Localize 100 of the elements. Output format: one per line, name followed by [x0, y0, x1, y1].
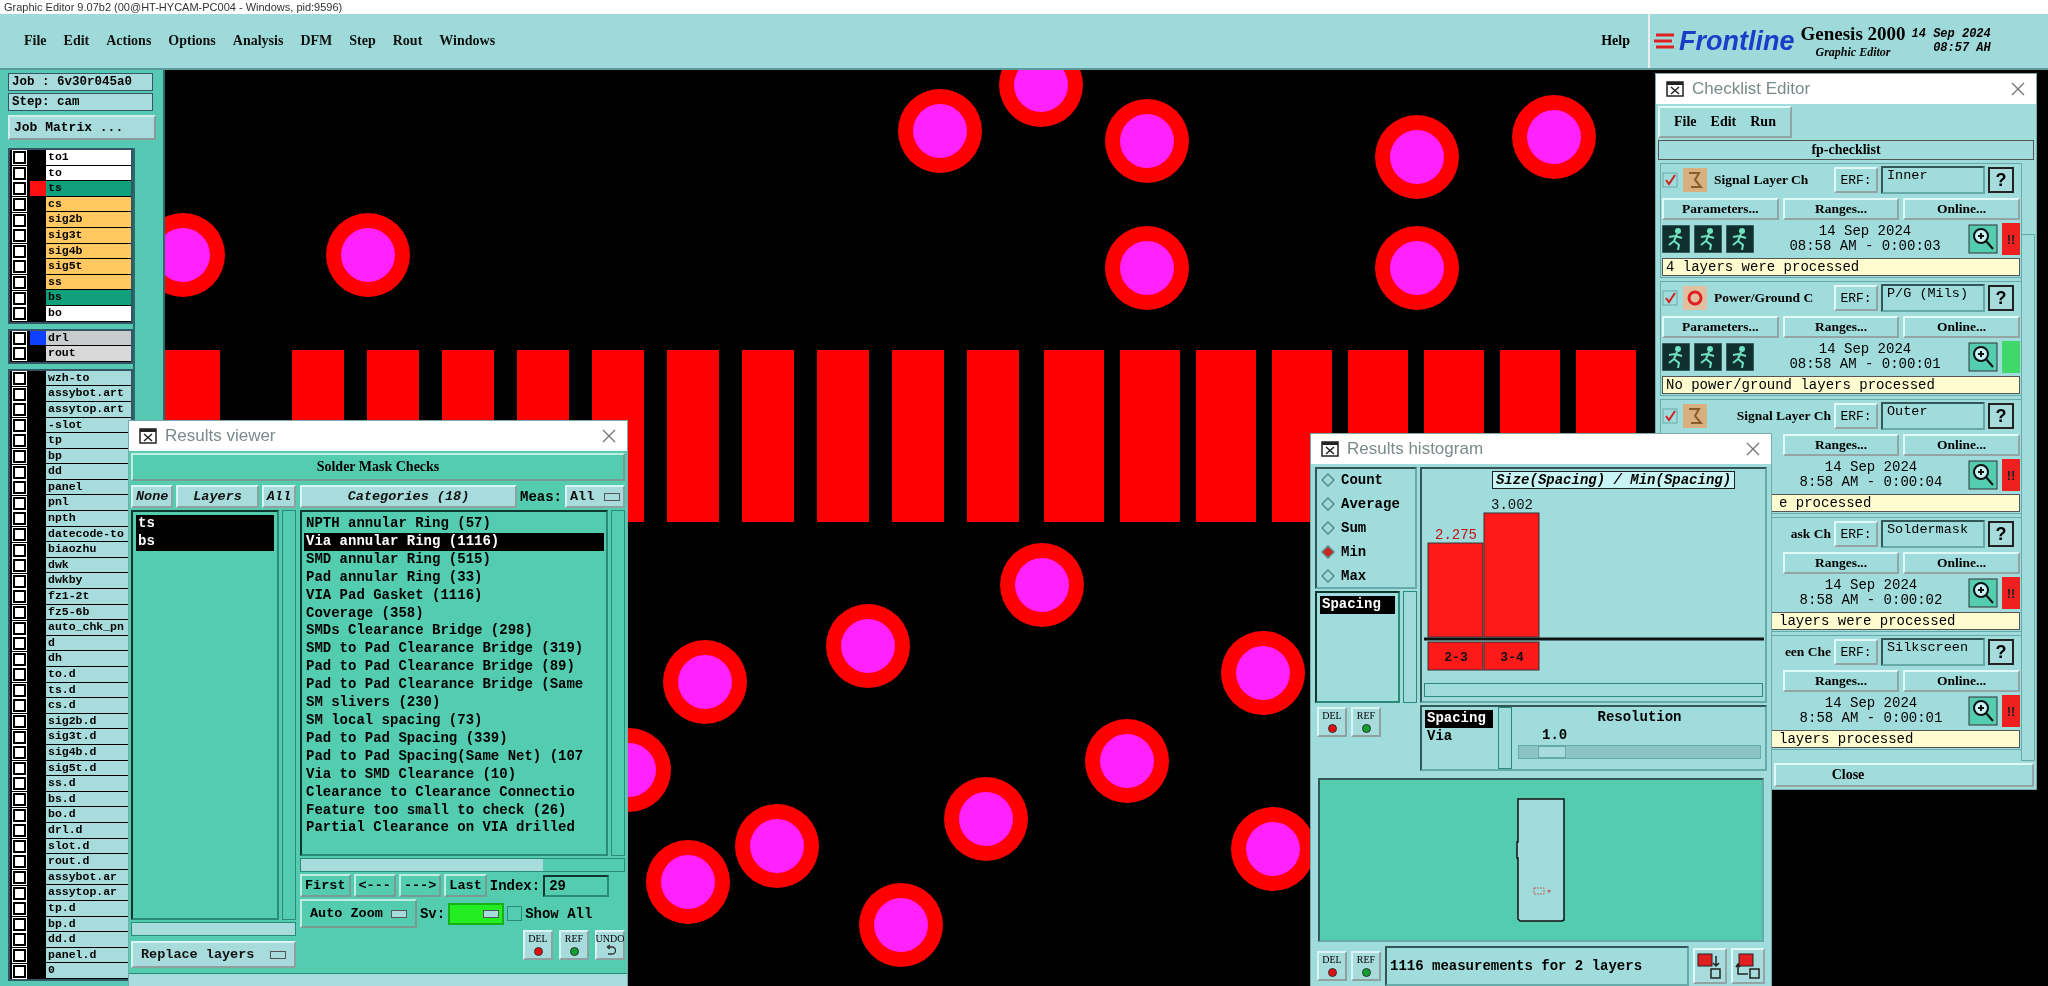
layer-checkbox[interactable] — [13, 683, 26, 697]
refresh-button[interactable]: REF — [1351, 707, 1381, 737]
runner-icon[interactable] — [1726, 343, 1754, 371]
replace-layers-dropdown[interactable]: Replace layers — [131, 941, 296, 968]
index-field[interactable]: 29 — [543, 874, 610, 897]
erf-field[interactable]: P/G (Mils) — [1881, 284, 1985, 312]
layer-name[interactable]: bo.d — [46, 807, 131, 822]
erf-field[interactable]: Outer — [1881, 402, 1985, 430]
zoom-in-icon[interactable] — [1968, 460, 1998, 490]
layer-checkbox[interactable] — [13, 527, 26, 541]
check-option-button[interactable]: Online... — [1903, 198, 2020, 220]
erf-button[interactable]: ERF: — [1834, 403, 1878, 429]
layer-name[interactable]: cs.d — [46, 698, 131, 713]
menu-item[interactable]: File — [1674, 114, 1697, 130]
layer-checkbox[interactable] — [13, 307, 26, 321]
layer-name[interactable]: assybot.art — [46, 386, 131, 401]
show-all-checkbox[interactable] — [507, 906, 523, 921]
check-option-button[interactable]: Ranges... — [1782, 198, 1900, 220]
export-chart-button[interactable] — [1693, 948, 1727, 984]
zoom-in-icon[interactable] — [1968, 578, 1998, 608]
layer-name[interactable]: bs — [46, 290, 131, 305]
menu-item[interactable]: Edit — [1710, 114, 1737, 130]
help-button[interactable]: ? — [1988, 639, 2014, 665]
help-button[interactable]: ? — [1988, 403, 2014, 429]
layer-checkbox[interactable] — [13, 182, 26, 196]
category-list-item[interactable]: Clearance to Clearance Connectio — [304, 783, 604, 802]
radio-button[interactable] — [1321, 569, 1335, 583]
layer-checkbox[interactable] — [13, 590, 26, 604]
check-option-button[interactable]: Online... — [1903, 434, 2020, 456]
runner-icon[interactable] — [1694, 343, 1722, 371]
erf-button[interactable]: ERF: — [1834, 639, 1878, 665]
layer-checkbox[interactable] — [13, 418, 26, 432]
layer-checkbox[interactable] — [13, 291, 26, 305]
vertical-scrollbar[interactable] — [611, 510, 625, 856]
slider-thumb[interactable] — [1538, 746, 1567, 758]
menu-item[interactable]: File — [24, 33, 47, 49]
layer-name[interactable]: rout.d — [46, 854, 131, 869]
runner-icon[interactable] — [1726, 225, 1754, 253]
runner-icon[interactable] — [1662, 343, 1690, 371]
layer-checkbox[interactable] — [13, 746, 26, 760]
categories-button[interactable]: Categories (18) — [300, 485, 517, 508]
layer-filter-button[interactable]: All — [261, 485, 296, 508]
layer-checkbox[interactable] — [13, 808, 26, 822]
check-checkbox[interactable] — [1662, 172, 1678, 188]
zoom-mode-dropdown[interactable]: Auto Zoom — [300, 899, 417, 928]
layer-checkbox[interactable] — [13, 652, 26, 666]
erf-button[interactable]: ERF: — [1834, 521, 1878, 547]
menu-item[interactable]: Edit — [63, 33, 90, 49]
layer-checkbox[interactable] — [13, 824, 26, 838]
layer-checkbox[interactable] — [13, 387, 26, 401]
navigation-button[interactable]: First — [300, 874, 351, 897]
zoom-in-icon[interactable] — [1968, 696, 1998, 726]
layer-checkbox[interactable] — [13, 761, 26, 775]
layer-name[interactable]: dd.d — [46, 932, 131, 947]
vertical-scrollbar[interactable] — [1498, 707, 1512, 769]
layer-name[interactable]: to1 — [46, 150, 131, 165]
layer-checkbox[interactable] — [13, 331, 26, 345]
layer-checkbox[interactable] — [13, 871, 26, 884]
category-list-item[interactable]: SMD to Pad Clearance Bridge (319) — [304, 640, 604, 659]
layer-checkbox[interactable] — [13, 917, 26, 931]
category-list-item[interactable]: Pad to Pad Clearance Bridge (89) — [304, 658, 604, 677]
check-option-button[interactable]: Online... — [1903, 316, 2020, 338]
delete-button[interactable]: DEL — [523, 930, 553, 960]
menu-item[interactable]: Windows — [439, 33, 496, 49]
close-icon[interactable] — [1745, 441, 1761, 457]
close-icon[interactable] — [601, 428, 617, 444]
layer-checkbox[interactable] — [13, 276, 26, 290]
layer-checkbox[interactable] — [13, 886, 26, 900]
resolution-slider[interactable] — [1518, 745, 1761, 759]
menu-item[interactable]: Rout — [392, 33, 423, 49]
layer-checkbox[interactable] — [13, 621, 26, 635]
check-option-button[interactable]: Ranges... — [1782, 670, 1900, 692]
help-menu[interactable]: Help — [1601, 33, 1630, 49]
runner-icon[interactable] — [1694, 225, 1722, 253]
layer-name[interactable]: dd — [46, 464, 131, 479]
delete-button[interactable]: DEL — [1317, 707, 1347, 737]
job-matrix-button[interactable]: Job Matrix ... — [8, 115, 156, 140]
layer-checkbox[interactable] — [13, 244, 26, 258]
category-list-item[interactable]: Pad annular Ring (33) — [304, 568, 604, 587]
layer-name[interactable]: sig5t — [46, 259, 131, 274]
layer-name[interactable]: rout — [46, 346, 131, 361]
layer-checkbox[interactable] — [13, 699, 26, 713]
layer-checkbox[interactable] — [13, 574, 26, 588]
vertical-scrollbar[interactable] — [282, 510, 296, 920]
runner-icon[interactable] — [1662, 225, 1690, 253]
layer-name[interactable]: fz1-2t — [46, 589, 131, 604]
layer-checkbox[interactable] — [13, 347, 26, 361]
layer-checkbox[interactable] — [13, 229, 26, 243]
category-list-item[interactable]: VIA Pad Gasket (1116) — [304, 586, 604, 605]
layer-checkbox[interactable] — [13, 543, 26, 557]
layer-checkbox[interactable] — [13, 637, 26, 651]
category-list-item[interactable]: Pad to Pad Spacing (339) — [304, 729, 604, 748]
delete-button[interactable]: DEL — [1317, 951, 1347, 981]
layer-checkbox[interactable] — [13, 777, 26, 791]
sv-color-dropdown[interactable] — [448, 902, 505, 925]
layer-checkbox[interactable] — [13, 559, 26, 573]
measure-list-item[interactable]: Spacing — [1320, 596, 1395, 614]
layer-name[interactable]: sig2b — [46, 212, 131, 227]
layer-name[interactable]: drl — [46, 330, 131, 346]
check-option-button[interactable]: Ranges... — [1782, 316, 1900, 338]
